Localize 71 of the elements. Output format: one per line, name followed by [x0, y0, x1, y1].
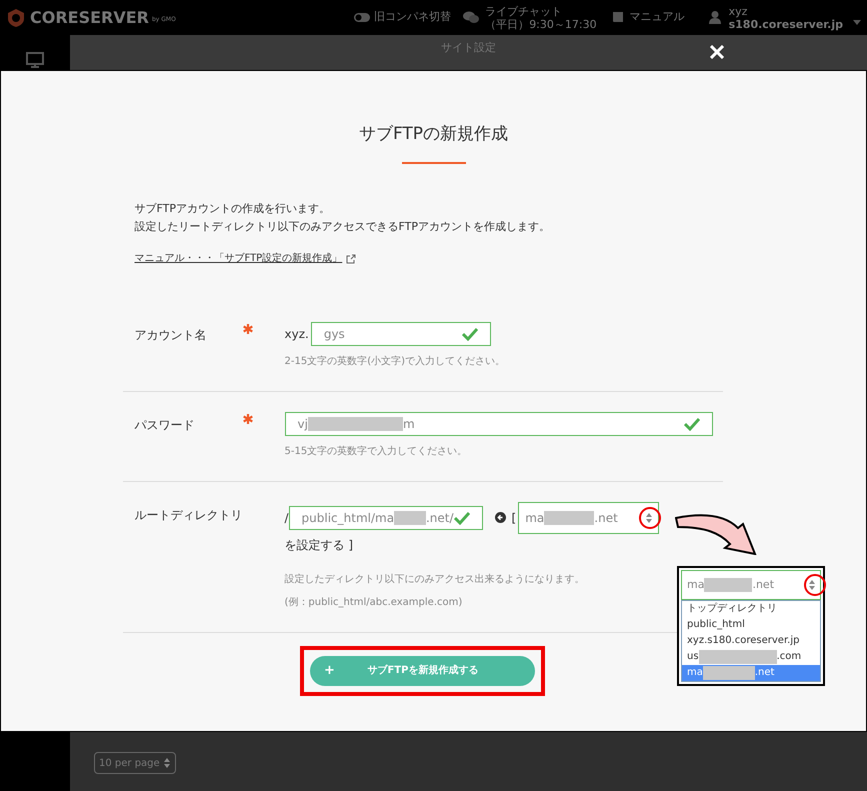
monitor-icon[interactable]	[26, 52, 44, 68]
value-text: us	[687, 650, 699, 664]
suffix-text: を設定する ]	[284, 536, 354, 554]
value-text: ma	[687, 666, 703, 680]
intro-text: 設定したリートディレクトリ以下のみアクセスできるFTPアカウントを作成します。	[134, 218, 551, 234]
hint-text: 2-15文字の英数字(小文字)で入力してください。	[284, 354, 505, 368]
hint-text: (例：public_html/abc.example.com)	[284, 596, 462, 610]
input-field[interactable]: public_html/ma .net/	[288, 506, 483, 530]
close-icon[interactable]	[710, 45, 724, 59]
arrow-left-icon	[494, 512, 506, 523]
option-item[interactable]: xyz.s180.coreserver.jp	[682, 633, 820, 649]
chat-hours: （平日）9:30～17:30	[485, 18, 597, 30]
check-icon	[684, 416, 700, 430]
option-item[interactable]: public_html	[682, 617, 820, 633]
hint-text: 5-15文字の英数字で入力してください。	[284, 444, 468, 458]
plus-text: +	[324, 662, 335, 680]
value-text: vj	[298, 416, 308, 432]
bracket-text: [	[512, 510, 516, 526]
caret-icon[interactable]	[853, 20, 861, 25]
external-link-icon	[346, 254, 356, 264]
updown-icon	[164, 758, 170, 768]
option-item[interactable]: us .com	[682, 649, 820, 665]
input-field[interactable]: vj m	[284, 412, 712, 436]
value-text: .com	[776, 650, 802, 664]
value-text: m	[402, 416, 415, 432]
value-text: .net	[594, 510, 618, 526]
value-text: public_html	[687, 618, 745, 632]
toggle-link[interactable]: 旧コンパネ切替	[374, 9, 452, 26]
value-text: ma	[687, 576, 704, 593]
value-text: xyz.s180.coreserver.jp	[687, 634, 800, 648]
page-title: サイト設定	[441, 40, 496, 56]
logo-icon	[6, 8, 26, 28]
check-icon	[454, 510, 470, 524]
create-button[interactable]: + サブFTPを新規作成する	[310, 656, 535, 686]
user-icon	[708, 11, 721, 24]
field-label: アカウント名	[134, 326, 208, 344]
chat-link[interactable]: ライブチャット	[485, 4, 597, 18]
manual-link[interactable]: マニュアル	[630, 9, 685, 26]
prefix-text: xyz.	[284, 326, 309, 342]
value-text: .net	[752, 576, 774, 593]
domain-select[interactable]: ma .net	[518, 502, 660, 534]
field-label: ルートディレクトリ	[134, 506, 242, 524]
redaction-block	[394, 510, 426, 524]
value-text: gys	[324, 326, 345, 342]
redaction-block	[544, 510, 594, 524]
manual-link[interactable]: マニュアル・・・「サブFTP設定の新規作成」	[134, 250, 342, 268]
value-text: ma	[525, 510, 544, 526]
field-label: パスワード	[134, 416, 196, 434]
option-item[interactable]: ma .net	[682, 665, 820, 681]
chat-icon	[463, 11, 480, 24]
toggle-icon	[354, 13, 370, 22]
option-item[interactable]: トップディレクトリ	[682, 601, 820, 617]
input-field[interactable]: gys	[310, 322, 491, 346]
updown-icon	[646, 512, 652, 522]
value-text: public_html/ma	[302, 510, 394, 526]
check-icon	[462, 326, 478, 340]
value-text: .net	[754, 666, 774, 680]
logo-text: CORESERVER	[30, 6, 149, 28]
redaction-block	[702, 666, 755, 680]
updown-icon	[809, 580, 815, 590]
per-page-select[interactable]: 10 per page	[94, 752, 176, 774]
redaction-block	[704, 578, 752, 592]
value-text: トップディレクトリ	[687, 602, 777, 616]
hint-text: 設定したディレクトリ以下にのみアクセス出来るようになります。	[284, 572, 584, 586]
slash-text: /	[284, 510, 289, 526]
server-name: s180.coreserver.jp	[728, 18, 843, 30]
intro-text: サブFTPアカウントの作成を行います。	[134, 200, 331, 216]
modal-title: サブFTPの新規作成	[358, 123, 508, 146]
value-text: .net/	[426, 510, 454, 526]
user-name: xyz	[728, 4, 748, 18]
domain-select[interactable]: ma .net	[681, 570, 821, 600]
